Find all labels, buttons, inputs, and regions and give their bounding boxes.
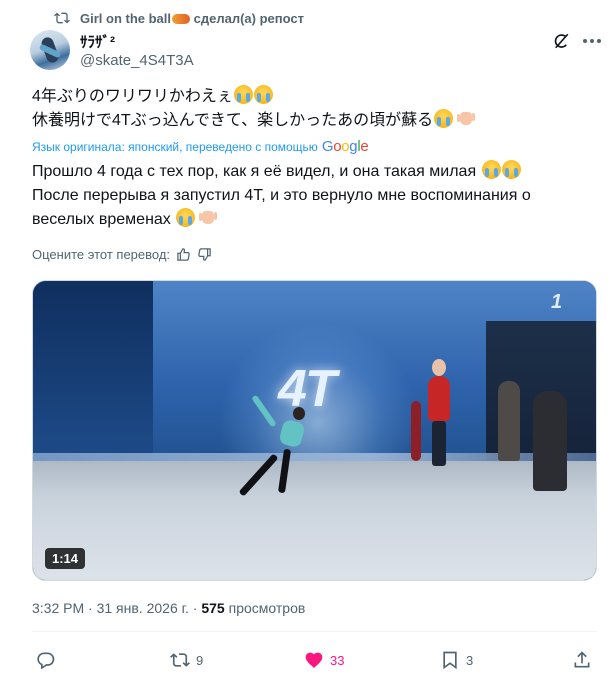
share-icon: [574, 651, 590, 668]
tweet-line-1: 4年ぶりのワリワリかわえぇ: [32, 88, 233, 105]
crying-face-icon: [233, 85, 253, 104]
crying-face-icon: [501, 160, 521, 179]
translation-note[interactable]: Язык оригинала: японский, переведено с п…: [32, 138, 369, 155]
clapping-hands-icon: [457, 110, 477, 127]
rate-translation: Оцените этот перевод:: [32, 247, 212, 262]
views-count: 575: [201, 600, 225, 616]
author-display-name[interactable]: ｻﾗｻﾞ²: [80, 31, 115, 52]
like-count: 33: [330, 652, 345, 668]
translation-line-1: Прошло 4 года с тех пор, как я её видел,…: [32, 163, 477, 180]
divider: [32, 631, 597, 632]
tweet-meta: 3:32 PM · 31 янв. 2026 г. · 575 просмотр…: [32, 600, 306, 616]
translated-text: Прошло 4 года с тех пор, как я её видел,…: [32, 160, 602, 232]
views-label: просмотров: [228, 600, 306, 616]
bookmark-icon: [443, 651, 457, 670]
crying-face-icon: [481, 160, 501, 179]
tweet-time[interactable]: 3:32 PM: [32, 600, 84, 616]
thumbs-up-icon[interactable]: [176, 247, 191, 262]
repost-user[interactable]: Girl on the ball: [80, 11, 171, 26]
crying-face-icon: [176, 208, 196, 227]
video-player[interactable]: 4T 1 1:14: [32, 280, 597, 581]
reply-icon: [37, 652, 55, 670]
grok-icon[interactable]: [552, 32, 570, 50]
tweet-line-2: 休養明けで4Tぶっ込んできて、楽しかったあの頃が蘇る: [32, 112, 434, 129]
video-thumbnail: 4T 1: [33, 281, 596, 580]
retweet-button[interactable]: 9: [170, 647, 203, 673]
repost-label: сделал(а) репост: [193, 10, 304, 26]
crying-face-icon: [253, 85, 273, 104]
retweet-icon: [54, 12, 70, 24]
translation-note-text: Язык оригинала: японский, переведено с п…: [32, 139, 318, 154]
tweet-text: 4年ぶりのワリワリかわえぇ 休養明けで4Tぶっ込んできて、楽しかったあの頃が蘇る: [32, 85, 592, 133]
crying-face-icon: [434, 109, 454, 128]
flag-emoji-icon: [172, 14, 191, 25]
video-overlay-text: 4T: [278, 360, 337, 418]
clapping-hands-icon: [199, 209, 219, 226]
thumbs-down-icon[interactable]: [197, 247, 212, 262]
repost-header[interactable]: Girl on the ball сделал(а) репост: [54, 9, 304, 27]
channel-logo-icon: 1: [551, 291, 563, 313]
translation-line-2: После перерыва я запустил 4T, и это верн…: [32, 187, 531, 204]
rate-label: Оцените этот перевод:: [32, 247, 171, 262]
retweet-icon: [170, 653, 190, 667]
bookmark-count: 3: [466, 652, 474, 668]
action-bar: 9 33 3: [0, 647, 616, 673]
author-handle[interactable]: @skate_4S4T3A: [80, 52, 194, 69]
google-logo: Google: [321, 138, 369, 155]
like-button[interactable]: 33: [304, 647, 344, 673]
more-icon[interactable]: [582, 32, 602, 50]
bookmark-button[interactable]: 3: [440, 647, 473, 673]
translation-line-3: веселых временах: [32, 211, 171, 228]
heart-icon: [305, 652, 323, 668]
tweet-date[interactable]: 31 янв. 2026 г.: [97, 600, 189, 616]
video-duration: 1:14: [45, 548, 86, 569]
avatar[interactable]: [30, 30, 70, 70]
share-button[interactable]: [572, 647, 592, 673]
retweet-count: 9: [196, 652, 204, 668]
reply-button[interactable]: [36, 647, 62, 673]
